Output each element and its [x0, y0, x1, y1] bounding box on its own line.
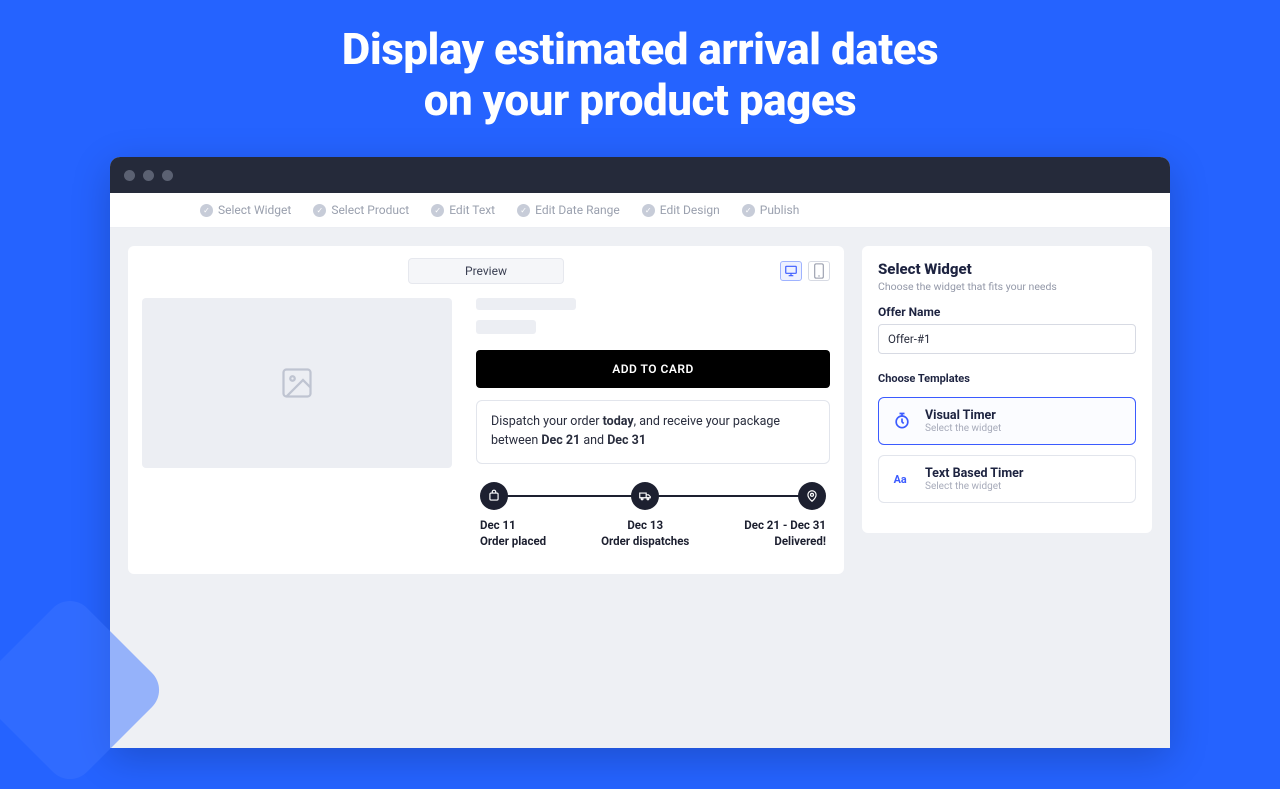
- template-text: Text Based Timer Select the widget: [925, 466, 1024, 492]
- timeline-label: Delivered!: [744, 534, 826, 548]
- desktop-view-button[interactable]: [780, 261, 802, 281]
- preview-tab[interactable]: Preview: [408, 258, 564, 284]
- template-text: Visual Timer Select the widget: [925, 408, 1001, 434]
- hero-line-1: Display estimated arrival dates: [342, 23, 938, 75]
- app-window: ✓ Select Widget ✓ Select Product ✓ Edit Tex…: [110, 157, 1170, 748]
- template-visual-timer[interactable]: Visual Timer Select the widget: [878, 397, 1136, 445]
- panel-title: Select Widget: [878, 260, 1136, 278]
- dispatch-today: today: [603, 414, 634, 429]
- step-label: Edit Date Range: [535, 203, 620, 217]
- check-icon: ✓: [200, 204, 213, 217]
- dispatch-info: Dispatch your order today, and receive y…: [476, 400, 830, 464]
- timeline-step-dispatched: Dec 13 Order dispatches: [601, 482, 689, 548]
- step-publish[interactable]: ✓ Publish: [742, 203, 800, 217]
- check-icon: ✓: [517, 204, 530, 217]
- step-edit-design[interactable]: ✓ Edit Design: [642, 203, 720, 217]
- timeline-date: Dec 11: [480, 518, 546, 532]
- step-label: Edit Text: [449, 203, 495, 217]
- preview-panel: Preview: [128, 246, 844, 574]
- step-label: Edit Design: [660, 203, 720, 217]
- template-sub: Select the widget: [925, 423, 1001, 434]
- skeleton-line: [476, 298, 576, 310]
- settings-panel: Select Widget Choose the widget that fit…: [862, 246, 1152, 533]
- app-chrome: ✓ Select Widget ✓ Select Product ✓ Edit Tex…: [110, 193, 1170, 748]
- window-dot: [124, 170, 135, 181]
- hero-title: Display estimated arrival dates on your …: [0, 0, 1280, 157]
- check-icon: ✓: [742, 204, 755, 217]
- timeline-step-delivered: Dec 21 - Dec 31 Delivered!: [744, 482, 826, 548]
- step-label: Select Widget: [218, 203, 291, 217]
- delivery-timeline: Dec 11 Order placed Dec 13 Order dispatc…: [476, 482, 830, 548]
- step-bar: ✓ Select Widget ✓ Select Product ✓ Edit Tex…: [110, 193, 1170, 228]
- dispatch-text: and: [580, 433, 607, 448]
- timeline-label: Order dispatches: [601, 534, 689, 548]
- check-icon: ✓: [642, 204, 655, 217]
- window-titlebar: [110, 157, 1170, 193]
- template-title: Visual Timer: [925, 408, 1001, 423]
- offer-name-label: Offer Name: [878, 305, 1136, 319]
- location-icon: [798, 482, 826, 510]
- step-label: Select Product: [331, 203, 409, 217]
- dispatch-date-end: Dec 31: [607, 433, 646, 448]
- add-to-cart-button[interactable]: ADD TO CARD: [476, 350, 830, 388]
- skeleton-line: [476, 320, 536, 334]
- product-details: ADD TO CARD Dispatch your order today, a…: [476, 298, 830, 548]
- choose-templates-label: Choose Templates: [878, 372, 1136, 385]
- timeline-label: Order placed: [480, 534, 546, 548]
- panel-subtitle: Choose the widget that fits your needs: [878, 280, 1136, 293]
- timeline-step-placed: Dec 11 Order placed: [480, 482, 546, 548]
- svg-text:Aa: Aa: [894, 473, 907, 486]
- product-mock: ADD TO CARD Dispatch your order today, a…: [142, 298, 830, 548]
- offer-name-input[interactable]: [878, 324, 1136, 354]
- window-dot: [143, 170, 154, 181]
- image-icon: [279, 365, 315, 401]
- step-edit-text[interactable]: ✓ Edit Text: [431, 203, 495, 217]
- image-placeholder: [142, 298, 452, 468]
- device-toggle: [780, 261, 830, 281]
- dispatch-text: Dispatch your order: [491, 414, 603, 429]
- timeline-date: Dec 13: [601, 518, 689, 532]
- app-body: Preview: [110, 228, 1170, 748]
- timeline-date: Dec 21 - Dec 31: [744, 518, 826, 532]
- step-select-widget[interactable]: ✓ Select Widget: [200, 203, 291, 217]
- cart-icon: [480, 482, 508, 510]
- check-icon: ✓: [431, 204, 444, 217]
- template-title: Text Based Timer: [925, 466, 1024, 481]
- preview-header: Preview: [142, 258, 830, 284]
- check-icon: ✓: [313, 204, 326, 217]
- template-text-timer[interactable]: Aa Text Based Timer Select the widget: [878, 455, 1136, 503]
- desktop-icon: [784, 264, 798, 278]
- mobile-view-button[interactable]: [808, 261, 830, 281]
- hero-line-2: on your product pages: [424, 74, 857, 126]
- truck-icon: [631, 482, 659, 510]
- template-sub: Select the widget: [925, 481, 1024, 492]
- step-edit-date-range[interactable]: ✓ Edit Date Range: [517, 203, 620, 217]
- text-icon: Aa: [891, 468, 913, 490]
- mobile-icon: [814, 263, 824, 279]
- timer-icon: [891, 410, 913, 432]
- window-dot: [162, 170, 173, 181]
- step-select-product[interactable]: ✓ Select Product: [313, 203, 409, 217]
- dispatch-date-start: Dec 21: [541, 433, 580, 448]
- step-label: Publish: [760, 203, 800, 217]
